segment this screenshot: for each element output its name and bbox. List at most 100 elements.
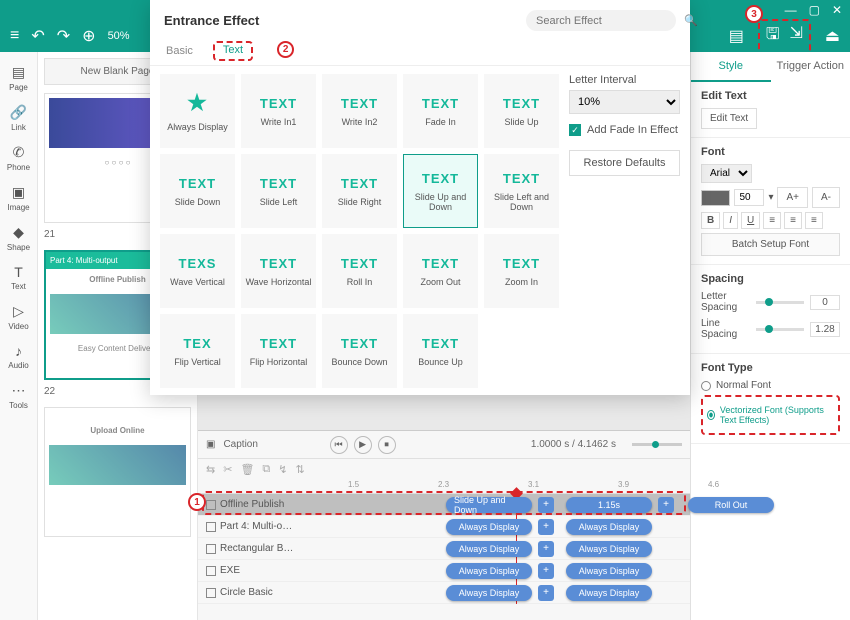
letter-spacing-slider[interactable] bbox=[756, 301, 805, 304]
effect-pill[interactable]: Always Display bbox=[446, 541, 532, 557]
add-fade-checkbox[interactable]: ✓ bbox=[569, 124, 581, 136]
tool-audio[interactable]: ♪Audio bbox=[2, 339, 36, 374]
bold-button[interactable]: B bbox=[701, 212, 720, 229]
letter-spacing-value[interactable]: 0 bbox=[810, 295, 840, 310]
font-increase[interactable]: A+ bbox=[777, 187, 808, 208]
tl-stop-icon[interactable]: ⏹ bbox=[378, 436, 396, 454]
restore-defaults-button[interactable]: Restore Defaults bbox=[569, 150, 680, 176]
font-size-input[interactable] bbox=[734, 189, 764, 206]
effect-write-in1[interactable]: TEXTWrite In1 bbox=[241, 74, 316, 148]
tool-image[interactable]: ▣Image bbox=[2, 180, 36, 216]
timeline-row[interactable]: Part 4: Multi-o…Always Display+Always Di… bbox=[198, 516, 690, 538]
effect-pill[interactable]: Always Display bbox=[446, 519, 532, 535]
search-effect-field[interactable]: 🔍 bbox=[526, 10, 676, 31]
tab-text[interactable]: Text bbox=[223, 44, 243, 56]
font-color-swatch[interactable] bbox=[701, 190, 730, 206]
zoom-level[interactable]: 50% bbox=[108, 30, 130, 42]
tool-link[interactable]: 🔗Link bbox=[2, 100, 36, 136]
effect-slide-up-and-down[interactable]: TEXTSlide Up and Down bbox=[403, 154, 478, 228]
batch-setup-font-button[interactable]: Batch Setup Font bbox=[701, 233, 840, 256]
vectorized-font-radio[interactable] bbox=[707, 410, 715, 420]
effect-write-in2[interactable]: TEXTWrite In2 bbox=[322, 74, 397, 148]
effect-roll-in[interactable]: TEXTRoll In bbox=[322, 234, 397, 308]
align-center-icon[interactable]: ≡ bbox=[784, 212, 802, 229]
effect-slide-left[interactable]: TEXTSlide Left bbox=[241, 154, 316, 228]
tl-tool[interactable]: ✂ bbox=[223, 463, 232, 476]
effect-pill[interactable]: 1.15s bbox=[566, 497, 652, 513]
effect-flip-horizontal[interactable]: TEXTFlip Horizontal bbox=[241, 314, 316, 388]
italic-button[interactable]: I bbox=[723, 212, 738, 229]
effect-pill[interactable]: Roll Out bbox=[688, 497, 774, 513]
effect-flip-vertical[interactable]: TEXFlip Vertical bbox=[160, 314, 235, 388]
align-right-icon[interactable]: ≡ bbox=[805, 212, 823, 229]
timeline-row[interactable]: Offline PublishSlide Up and Down+1.15s+R… bbox=[198, 494, 690, 516]
line-spacing-slider[interactable] bbox=[756, 328, 805, 331]
tl-tool[interactable]: ⇆ bbox=[206, 463, 215, 476]
add-effect-button[interactable]: + bbox=[538, 563, 554, 579]
thumb-23[interactable]: Upload Online bbox=[44, 407, 191, 537]
effect-pill[interactable]: Always Display bbox=[566, 541, 652, 557]
window-close[interactable]: ✕ bbox=[832, 3, 842, 17]
window-max[interactable]: ▢ bbox=[809, 3, 820, 17]
add-effect-button[interactable]: + bbox=[538, 541, 554, 557]
export-icon[interactable]: ⇲ bbox=[789, 23, 802, 50]
effect-pill[interactable]: Always Display bbox=[566, 519, 652, 535]
effect-pill[interactable]: Always Display bbox=[566, 585, 652, 601]
effect-zoom-out[interactable]: TEXTZoom Out bbox=[403, 234, 478, 308]
effect-bounce-up[interactable]: TEXTBounce Up bbox=[403, 314, 478, 388]
effect-slide-left-and-down[interactable]: TEXTSlide Left and Down bbox=[484, 154, 559, 228]
effect-slide-down[interactable]: TEXTSlide Down bbox=[160, 154, 235, 228]
add-effect-button[interactable]: + bbox=[538, 519, 554, 535]
menu-icon[interactable]: ≡ bbox=[10, 27, 19, 45]
effect-pill[interactable]: Slide Up and Down bbox=[446, 497, 532, 513]
undo-icon[interactable]: ↶ bbox=[31, 26, 44, 46]
edit-text-button[interactable]: Edit Text bbox=[701, 108, 757, 129]
effect-wave-horizontal[interactable]: TEXTWave Horizontal bbox=[241, 234, 316, 308]
font-family-select[interactable]: Arial bbox=[701, 164, 752, 183]
tl-play-icon[interactable]: ▶ bbox=[354, 436, 372, 454]
timeline-row[interactable]: EXEAlways Display+Always Display bbox=[198, 560, 690, 582]
tl-tool[interactable]: ⇅ bbox=[295, 463, 304, 476]
tab-trigger-action[interactable]: Trigger Action bbox=[771, 52, 850, 82]
font-decrease[interactable]: A- bbox=[812, 187, 840, 208]
add-effect-button[interactable]: + bbox=[538, 585, 554, 601]
tab-style[interactable]: Style bbox=[691, 52, 771, 82]
tl-zoom-slider[interactable] bbox=[632, 443, 682, 446]
effect-pill[interactable]: Always Display bbox=[446, 585, 532, 601]
tool-video[interactable]: ▷Video bbox=[2, 299, 36, 335]
tl-tool[interactable]: 🗑 bbox=[240, 463, 254, 476]
effect-zoom-in[interactable]: TEXTZoom In bbox=[484, 234, 559, 308]
line-spacing-value[interactable]: 1.28 bbox=[810, 322, 840, 337]
save-icon[interactable]: 🖫 bbox=[766, 23, 780, 50]
preview-icon[interactable]: ▤ bbox=[729, 26, 744, 46]
effect-pill[interactable]: Always Display bbox=[446, 563, 532, 579]
zoom-icon[interactable]: ⊕ bbox=[82, 26, 95, 46]
tool-page[interactable]: ▤Page bbox=[2, 60, 36, 96]
window-min[interactable]: — bbox=[785, 3, 797, 17]
add-effect-button[interactable]: + bbox=[658, 497, 674, 513]
tool-shape[interactable]: ◆Shape bbox=[2, 220, 36, 256]
add-effect-button[interactable]: + bbox=[538, 497, 554, 513]
tool-tools[interactable]: ⋯Tools bbox=[2, 378, 36, 414]
exit-icon[interactable]: ⏏ bbox=[825, 26, 840, 46]
letter-interval-select[interactable]: 10% bbox=[569, 90, 680, 114]
effect-wave-vertical[interactable]: TEXSWave Vertical bbox=[160, 234, 235, 308]
normal-font-radio[interactable] bbox=[701, 381, 711, 391]
effect-bounce-down[interactable]: TEXTBounce Down bbox=[322, 314, 397, 388]
tool-phone[interactable]: ✆Phone bbox=[2, 140, 36, 176]
timeline-row[interactable]: Rectangular B…Always Display+Always Disp… bbox=[198, 538, 690, 560]
tl-tool[interactable]: ↯ bbox=[278, 463, 287, 476]
align-left-icon[interactable]: ≡ bbox=[763, 212, 781, 229]
tab-basic[interactable]: Basic bbox=[164, 41, 195, 61]
tl-prev-icon[interactable]: ⏮ bbox=[330, 436, 348, 454]
effect-fade-in[interactable]: TEXTFade In bbox=[403, 74, 478, 148]
redo-icon[interactable]: ↷ bbox=[57, 26, 70, 46]
tool-text[interactable]: TText bbox=[2, 260, 36, 295]
effect-slide-up[interactable]: TEXTSlide Up bbox=[484, 74, 559, 148]
underline-button[interactable]: U bbox=[741, 212, 760, 229]
timeline-row[interactable]: Circle BasicAlways Display+Always Displa… bbox=[198, 582, 690, 604]
effect-slide-right[interactable]: TEXTSlide Right bbox=[322, 154, 397, 228]
effect-always-display[interactable]: ★Always Display bbox=[160, 74, 235, 148]
tl-tool[interactable]: ⧉ bbox=[262, 463, 270, 476]
search-input[interactable] bbox=[536, 15, 678, 27]
